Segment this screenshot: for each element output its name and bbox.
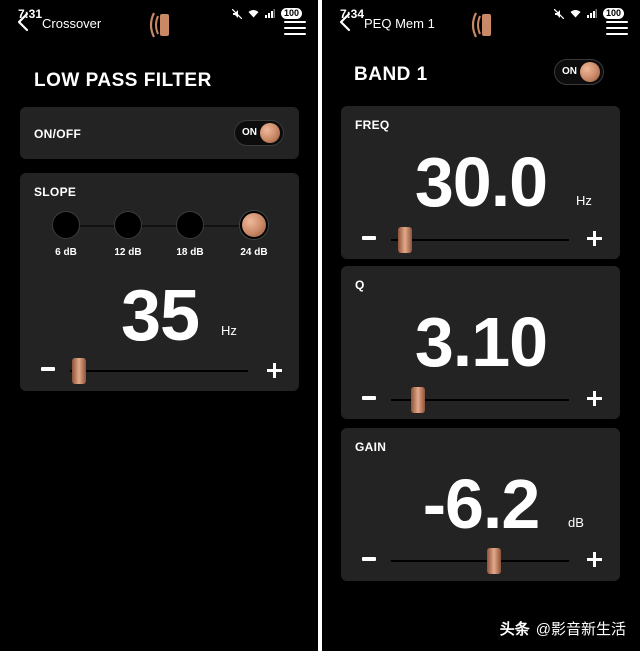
wifi-icon (248, 10, 259, 18)
gain-value: -6.2 (422, 465, 541, 543)
status-icons: 100 (231, 8, 302, 19)
slope-card: SLOPE 6 dB 12 dB 18 dB 24 dB 35 Hz (20, 173, 299, 391)
mute-icon (553, 8, 564, 19)
slope-option-1[interactable] (52, 211, 80, 239)
peq-screen: 7:34 PEQ Mem 1 100 BAND 1 ON FREQ 30.0 H… (322, 0, 640, 651)
q-label: Q (355, 278, 365, 292)
gain-slider-thumb[interactable] (487, 548, 502, 574)
watermark-brand: 头条 (499, 621, 530, 638)
slope-option-label: 6 dB (55, 247, 77, 258)
q-decrease-button[interactable] (362, 396, 376, 400)
toggle-label: ON (242, 127, 257, 138)
frequency-unit: Hz (221, 323, 237, 338)
freq-value: 30.0 (414, 143, 548, 221)
back-arrow-icon[interactable] (16, 12, 30, 32)
crossover-screen: 7:31 Crossover 100 LOW PASS FILTER ON/OF… (0, 0, 318, 651)
onoff-label: ON/OFF (34, 127, 82, 141)
slope-option-2[interactable] (114, 211, 142, 239)
slope-option-3[interactable] (176, 211, 204, 239)
slope-option-label: 24 dB (240, 247, 268, 258)
mute-icon (231, 8, 242, 19)
nav-title: Crossover (42, 16, 102, 31)
freq-card: FREQ 30.0 Hz (341, 106, 620, 259)
gain-increase-button[interactable] (587, 552, 602, 567)
freq-increase-button[interactable] (587, 231, 602, 246)
gain-card: GAIN -6.2 dB (341, 428, 620, 581)
frequency-slider-thumb[interactable] (71, 358, 86, 384)
wifi-icon (570, 10, 581, 18)
freq-slider-thumb[interactable] (398, 227, 413, 253)
gain-slider-track[interactable] (391, 560, 569, 562)
slope-track (66, 225, 266, 227)
frequency-slider-track[interactable] (70, 370, 248, 372)
slope-option-4[interactable] (240, 211, 268, 239)
brand-logo-icon (471, 12, 491, 38)
freq-label: FREQ (355, 118, 390, 132)
toggle-knob (580, 62, 600, 82)
gain-decrease-button[interactable] (362, 557, 376, 561)
freq-unit: Hz (576, 193, 592, 208)
gain-unit: dB (568, 515, 584, 530)
slope-option-label: 18 dB (176, 247, 204, 258)
freq-slider-track[interactable] (391, 239, 569, 241)
battery-level: 100 (280, 8, 302, 19)
watermark: 头条 @影音新生活 (500, 618, 626, 639)
q-slider-thumb[interactable] (410, 387, 425, 413)
hamburger-menu-icon[interactable] (606, 21, 628, 37)
frequency-decrease-button[interactable] (41, 367, 55, 371)
back-arrow-icon[interactable] (338, 12, 352, 32)
status-icons: 100 (553, 8, 624, 19)
filter-toggle[interactable]: ON (234, 120, 284, 146)
slope-option-label: 12 dB (114, 247, 142, 258)
q-increase-button[interactable] (587, 391, 602, 406)
freq-decrease-button[interactable] (362, 236, 376, 240)
signal-icon (586, 9, 597, 18)
onoff-card: ON/OFF ON (20, 107, 299, 159)
slope-label: SLOPE (34, 185, 77, 199)
q-value: 3.10 (414, 303, 548, 381)
gain-label: GAIN (355, 440, 387, 454)
page-title: LOW PASS FILTER (34, 70, 212, 91)
brand-logo-icon (149, 12, 169, 38)
toggle-label: ON (562, 66, 577, 77)
toggle-knob (260, 123, 280, 143)
signal-icon (264, 9, 275, 18)
page-title: BAND 1 (354, 64, 428, 85)
watermark-handle: @影音新生活 (535, 621, 626, 638)
frequency-value: 35 (120, 276, 200, 356)
battery-level: 100 (602, 8, 624, 19)
frequency-increase-button[interactable] (267, 363, 282, 378)
hamburger-menu-icon[interactable] (284, 21, 306, 37)
status-bar: 7:34 PEQ Mem 1 100 (322, 4, 640, 38)
status-bar: 7:31 Crossover 100 (0, 4, 318, 38)
nav-title: PEQ Mem 1 (364, 16, 435, 31)
band-toggle[interactable]: ON (554, 59, 604, 85)
q-card: Q 3.10 (341, 266, 620, 419)
